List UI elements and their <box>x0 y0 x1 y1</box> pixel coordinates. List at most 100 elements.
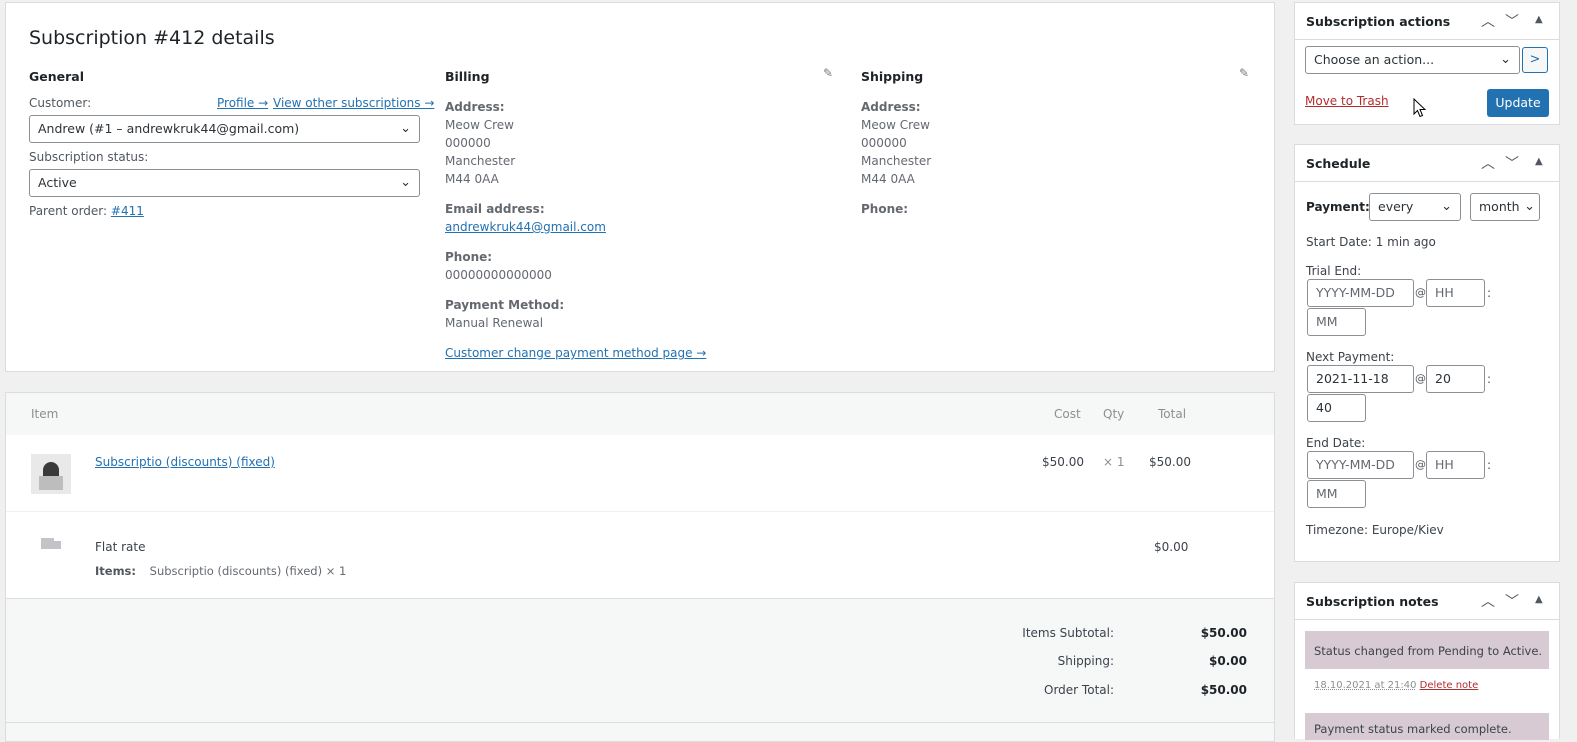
items-subtotal-value: $50.00 <box>1200 626 1247 640</box>
product-name-link[interactable]: Subscriptio (discounts) (fixed) <box>95 455 275 469</box>
chevron-down-icon: ⌄ <box>1441 199 1452 214</box>
schedule-box-title: Schedule <box>1306 156 1371 171</box>
parent-order-label: Parent order: <box>29 204 108 218</box>
shipping-address-line: M44 0AA <box>861 172 915 186</box>
page-title: Subscription #412 details <box>29 27 275 49</box>
chevron-down-icon: ⌄ <box>400 121 411 136</box>
notes-box-header: Subscription notes ︿ ﹀ ▲ <box>1295 583 1559 620</box>
actions-box-title: Subscription actions <box>1306 14 1451 29</box>
order-total-label: Order Total: <box>1044 683 1114 697</box>
note-meta: 18.10.2021 at 21:40 Delete note <box>1314 680 1478 691</box>
billing-heading: Billing <box>445 69 490 84</box>
move-down-chevron-icon[interactable]: ﹀ <box>1505 153 1519 173</box>
payment-method-label: Payment Method: <box>445 298 565 312</box>
trial-end-hour-input[interactable]: HH <box>1426 279 1485 307</box>
billing-address-line: M44 0AA <box>445 172 499 186</box>
truck-icon-cab <box>54 541 61 549</box>
edit-shipping-pencil-icon[interactable]: ✎ <box>1239 66 1249 80</box>
billing-phone-label: Phone: <box>445 250 493 264</box>
subscription-details-panel: Subscription #412 details General Custom… <box>5 2 1275 372</box>
billing-period-select[interactable]: month ⌄ <box>1470 193 1540 221</box>
general-heading: General <box>29 69 84 84</box>
billing-address-line: Manchester <box>445 154 516 168</box>
note-text: Status changed from Pending to Active. <box>1314 644 1543 658</box>
actions-box-header: Subscription actions ︿ ﹀ ▲ <box>1295 3 1559 40</box>
next-payment-hour-input[interactable]: 20 <box>1426 365 1485 393</box>
move-up-chevron-icon[interactable]: ︿ <box>1481 591 1495 611</box>
billing-interval-value: every <box>1378 199 1414 214</box>
product-cost: $50.00 <box>1042 455 1084 469</box>
trial-end-label: Trial End: <box>1306 264 1362 278</box>
note-text: Payment status marked complete. <box>1314 722 1512 736</box>
customer-value: Andrew (#1 – andrewkruk44@gmail.com) <box>38 121 300 136</box>
shipping-total-label: Shipping: <box>1057 654 1114 668</box>
end-date-label: End Date: <box>1306 436 1366 450</box>
next-payment-at-symbol: @ <box>1415 372 1426 385</box>
next-payment-label: Next Payment: <box>1306 350 1395 364</box>
collapse-toggle-icon[interactable]: ▲ <box>1535 14 1543 25</box>
next-payment-minute-input[interactable]: 40 <box>1307 394 1366 422</box>
note-item: Payment status marked complete. <box>1305 713 1549 740</box>
shipping-row: Flat rate Items: Subscriptio (discounts)… <box>6 512 1274 599</box>
product-qty: × 1 <box>1103 455 1125 469</box>
shipping-total: $0.00 <box>1154 540 1189 554</box>
status-value: Active <box>38 175 77 190</box>
move-down-chevron-icon[interactable]: ﹀ <box>1505 591 1519 611</box>
shipping-items-value: Subscriptio (discounts) (fixed) × 1 <box>149 564 347 578</box>
start-date-value: 1 min ago <box>1375 235 1436 249</box>
mouse-cursor-icon <box>1413 98 1427 118</box>
shipping-address-label: Address: <box>861 100 921 114</box>
status-select[interactable]: Active ⌄ <box>29 169 420 197</box>
move-up-chevron-icon[interactable]: ︿ <box>1481 11 1495 31</box>
update-button[interactable]: Update <box>1487 89 1549 117</box>
shipping-address-line: Manchester <box>861 154 932 168</box>
order-items-panel: Item Cost Qty Total Subscriptio (discoun… <box>5 392 1275 742</box>
shipping-phone-label: Phone: <box>861 202 909 216</box>
customer-select[interactable]: Andrew (#1 – andrewkruk44@gmail.com) ⌄ <box>29 115 420 143</box>
subscription-notes-box: Subscription notes ︿ ﹀ ▲ Status changed … <box>1294 582 1560 740</box>
action-select-value: Choose an action... <box>1314 52 1435 67</box>
end-date-colon: : <box>1487 458 1492 472</box>
end-date-hour-input[interactable]: HH <box>1426 451 1485 479</box>
chevron-down-icon: ⌄ <box>1524 199 1535 214</box>
start-date-label: Start Date: <box>1306 235 1372 249</box>
schedule-box: Schedule ︿ ﹀ ▲ Payment: every ⌄ month ⌄ … <box>1294 144 1560 562</box>
billing-interval-select[interactable]: every ⌄ <box>1369 193 1461 221</box>
move-up-chevron-icon[interactable]: ︿ <box>1481 153 1495 173</box>
parent-order-row: Parent order: #411 <box>29 204 144 218</box>
action-select[interactable]: Choose an action... ⌄ <box>1305 46 1520 74</box>
profile-link[interactable]: Profile → <box>217 96 268 110</box>
billing-email-link[interactable]: andrewkruk44@gmail.com <box>445 220 606 234</box>
shipping-address-line: 000000 <box>861 136 907 150</box>
collapse-toggle-icon[interactable]: ▲ <box>1535 594 1543 605</box>
status-label: Subscription status: <box>29 150 149 164</box>
note-timestamp: 18.10.2021 at 21:40 <box>1314 680 1417 691</box>
qty-column-header: Qty <box>1103 407 1125 421</box>
item-column-header: Item <box>31 407 59 421</box>
move-to-trash-link[interactable]: Move to Trash <box>1305 94 1389 108</box>
shipping-items-row: Items: Subscriptio (discounts) (fixed) ×… <box>95 564 346 578</box>
chevron-down-icon: ⌄ <box>400 175 411 190</box>
notes-box-title: Subscription notes <box>1306 594 1439 609</box>
billing-period-value: month <box>1479 199 1520 214</box>
product-thumbnail-accent <box>39 476 63 490</box>
schedule-box-header: Schedule ︿ ﹀ ▲ <box>1295 145 1559 182</box>
edit-billing-pencil-icon[interactable]: ✎ <box>823 66 833 80</box>
change-payment-method-link[interactable]: Customer change payment method page → <box>445 346 706 360</box>
parent-order-link[interactable]: #411 <box>111 204 144 218</box>
subscription-actions-box: Subscription actions ︿ ﹀ ▲ Choose an act… <box>1294 2 1560 125</box>
collapse-toggle-icon[interactable]: ▲ <box>1535 156 1543 167</box>
view-other-subscriptions-link[interactable]: View other subscriptions → <box>273 96 434 110</box>
end-date-input[interactable]: YYYY-MM-DD <box>1307 451 1414 479</box>
delete-note-link[interactable]: Delete note <box>1420 680 1479 691</box>
truck-icon-body <box>41 538 54 549</box>
next-payment-date-input[interactable]: 2021-11-18 <box>1307 365 1414 393</box>
move-down-chevron-icon[interactable]: ﹀ <box>1505 11 1519 31</box>
billing-address: Meow Crew 000000 Manchester M44 0AA <box>445 116 515 188</box>
end-date-minute-input[interactable]: MM <box>1307 480 1366 508</box>
shipping-heading: Shipping <box>861 69 924 84</box>
trial-end-minute-input[interactable]: MM <box>1307 308 1366 336</box>
apply-action-button[interactable]: > <box>1522 47 1548 73</box>
shipping-method-name: Flat rate <box>95 540 146 554</box>
trial-end-date-input[interactable]: YYYY-MM-DD <box>1307 279 1414 307</box>
